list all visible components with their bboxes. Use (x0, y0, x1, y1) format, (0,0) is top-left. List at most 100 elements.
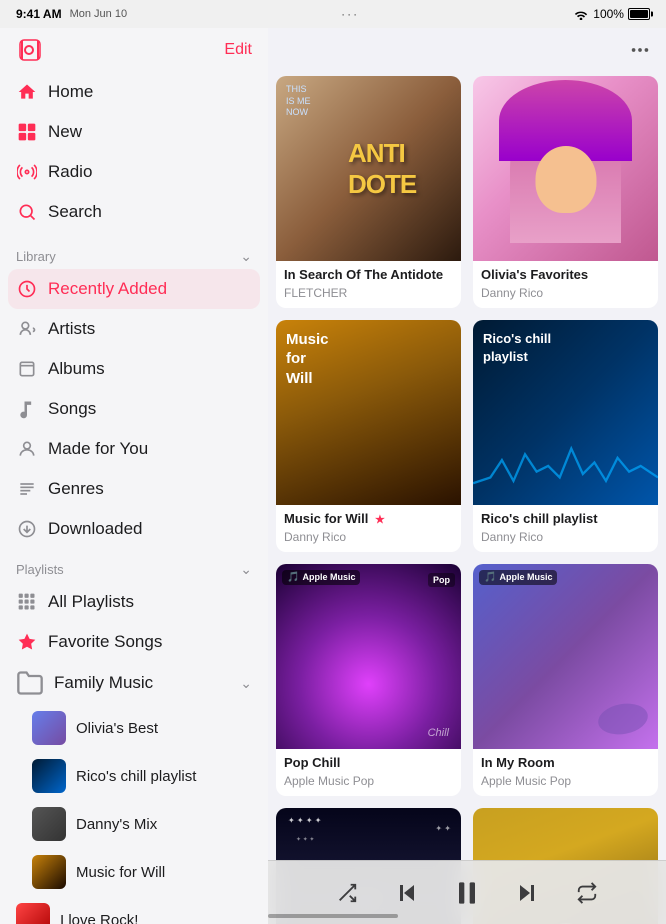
radio-label: Radio (48, 162, 92, 182)
genres-label: Genres (48, 479, 104, 499)
downloaded-icon (16, 518, 38, 540)
album-artist-music-for-will: Danny Rico (284, 530, 453, 544)
sidebar-item-family-music[interactable]: Family Music ⌄ (0, 662, 268, 704)
sidebar-item-recently-added[interactable]: Recently Added (8, 269, 260, 309)
album-title-pop-chill: Pop Chill (284, 755, 453, 772)
sidebar-header: Edit (0, 28, 268, 68)
album-artist-olivias-favorites: Danny Rico (481, 286, 650, 300)
songs-icon (16, 398, 38, 420)
previous-button[interactable] (389, 875, 425, 911)
status-dots: ··· (341, 7, 359, 21)
nav-items: Home New (0, 68, 268, 236)
album-card-music-for-will[interactable]: MusicforWill Music for Will ★ Danny Rico (276, 320, 461, 552)
more-button[interactable] (626, 36, 654, 64)
playlists-chevron-icon[interactable]: ⌄ (240, 561, 252, 578)
sidebar-item-albums[interactable]: Albums (0, 349, 268, 389)
main-header (268, 28, 666, 72)
album-art-ricos-chill: Rico's chillplaylist (473, 320, 658, 505)
library-section-header: Library ⌄ (0, 236, 268, 269)
dannys-mix-label: Danny's Mix (76, 816, 157, 833)
album-card-antidote[interactable]: THISIS MENOW ANTIDOTE In Search Of The A… (276, 76, 461, 308)
repeat-button[interactable] (569, 875, 605, 911)
sidebar-item-home[interactable]: Home (0, 72, 268, 112)
album-info-antidote: In Search Of The Antidote FLETCHER (276, 261, 461, 308)
music-logo-icon (18, 38, 42, 62)
albums-icon (16, 358, 38, 380)
edit-button[interactable]: Edit (224, 41, 252, 59)
next-button[interactable] (509, 875, 545, 911)
all-playlists-icon (16, 591, 38, 613)
search-icon (16, 201, 38, 223)
album-card-ricos-chill[interactable]: Rico's chillplaylist Rico's chill playli… (473, 320, 658, 552)
album-art-music-for-will: MusicforWill (276, 320, 461, 505)
status-time: 9:41 AM (16, 7, 62, 21)
star-badge-musicwill: ★ (375, 514, 385, 526)
album-art-olivias-favorites (473, 76, 658, 261)
playlists-section-header: Playlists ⌄ (0, 549, 268, 582)
main-content: THISIS MENOW ANTIDOTE In Search Of The A… (268, 28, 666, 924)
sidebar-item-new[interactable]: New (0, 112, 268, 152)
play-pause-button[interactable] (449, 875, 485, 911)
artists-label: Artists (48, 319, 95, 339)
status-bar: 9:41 AM Mon Jun 10 ··· 100% (0, 0, 666, 28)
music-for-will-thumb (32, 855, 66, 889)
album-title-in-my-room: In My Room (481, 755, 650, 772)
sidebar-item-dannys-mix[interactable]: Danny's Mix (0, 800, 268, 848)
genres-icon (16, 478, 38, 500)
status-indicators: 100% (573, 7, 650, 21)
album-info-ricos-chill: Rico's chill playlist Danny Rico (473, 505, 658, 552)
sidebar-item-songs[interactable]: Songs (0, 389, 268, 429)
shuffle-button[interactable] (329, 875, 365, 911)
album-info-pop-chill: Pop Chill Apple Music Pop (276, 749, 461, 796)
recently-added-label: Recently Added (48, 279, 167, 299)
favorite-songs-icon (16, 631, 38, 653)
sidebar-item-all-playlists[interactable]: All Playlists (0, 582, 268, 622)
sidebar-item-radio[interactable]: Radio (0, 152, 268, 192)
sidebar-item-ricos-chill[interactable]: Rico's chill playlist (0, 752, 268, 800)
dannys-mix-thumb (32, 807, 66, 841)
home-icon (16, 81, 38, 103)
album-artist-in-my-room: Apple Music Pop (481, 774, 650, 788)
family-music-left: Family Music (16, 669, 153, 697)
library-chevron-icon[interactable]: ⌄ (240, 248, 252, 265)
family-music-chevron-icon[interactable]: ⌄ (240, 675, 252, 692)
radio-icon (16, 161, 38, 183)
favorite-songs-label: Favorite Songs (48, 632, 162, 652)
playlists-title: Playlists (16, 562, 64, 577)
sidebar-item-genres[interactable]: Genres (0, 469, 268, 509)
library-title: Library (16, 249, 56, 264)
sidebar-item-search[interactable]: Search (0, 192, 268, 232)
album-art-pop-chill: 🎵 Apple Music Chill Pop (276, 564, 461, 749)
apple-music-badge-pop-chill: 🎵 Apple Music (282, 570, 360, 585)
album-artist-antidote: FLETCHER (284, 286, 453, 300)
album-card-olivias-favorites[interactable]: Olivia's Favorites Danny Rico (473, 76, 658, 308)
albums-label: Albums (48, 359, 105, 379)
ricos-chill-label: Rico's chill playlist (76, 768, 196, 785)
music-for-will-label: Music for Will (76, 864, 165, 881)
sidebar-item-made-for-you[interactable]: Made for You (0, 429, 268, 469)
home-indicator (268, 914, 398, 918)
i-love-rock-thumb (16, 903, 50, 924)
album-title-music-for-will: Music for Will ★ (284, 511, 453, 528)
album-grid: THISIS MENOW ANTIDOTE In Search Of The A… (268, 72, 666, 924)
album-card-pop-chill[interactable]: 🎵 Apple Music Chill Pop Pop Chill Apple … (276, 564, 461, 796)
album-title-antidote: In Search Of The Antidote (284, 267, 453, 284)
album-card-in-my-room[interactable]: 🎵 Apple Music In My Room Apple Music Pop (473, 564, 658, 796)
wifi-icon (573, 8, 589, 20)
new-icon (16, 121, 38, 143)
home-label: Home (48, 82, 93, 102)
apple-music-badge-in-my-room: 🎵 Apple Music (479, 570, 557, 585)
album-title-olivias-favorites: Olivia's Favorites (481, 267, 650, 284)
ricos-chill-thumb (32, 759, 66, 793)
sidebar-item-artists[interactable]: Artists (0, 309, 268, 349)
album-artist-pop-chill: Apple Music Pop (284, 774, 453, 788)
made-for-you-label: Made for You (48, 439, 148, 459)
sidebar-item-olivias-best[interactable]: Olivia's Best (0, 704, 268, 752)
sidebar-item-music-for-will[interactable]: Music for Will (0, 848, 268, 896)
family-music-label: Family Music (54, 673, 153, 693)
i-love-rock-label: I love Rock! (60, 912, 138, 924)
sidebar-item-favorite-songs[interactable]: Favorite Songs (0, 622, 268, 662)
sidebar-item-i-love-rock[interactable]: I love Rock! (0, 896, 268, 924)
sidebar-item-downloaded[interactable]: Downloaded (0, 509, 268, 549)
search-label: Search (48, 202, 102, 222)
